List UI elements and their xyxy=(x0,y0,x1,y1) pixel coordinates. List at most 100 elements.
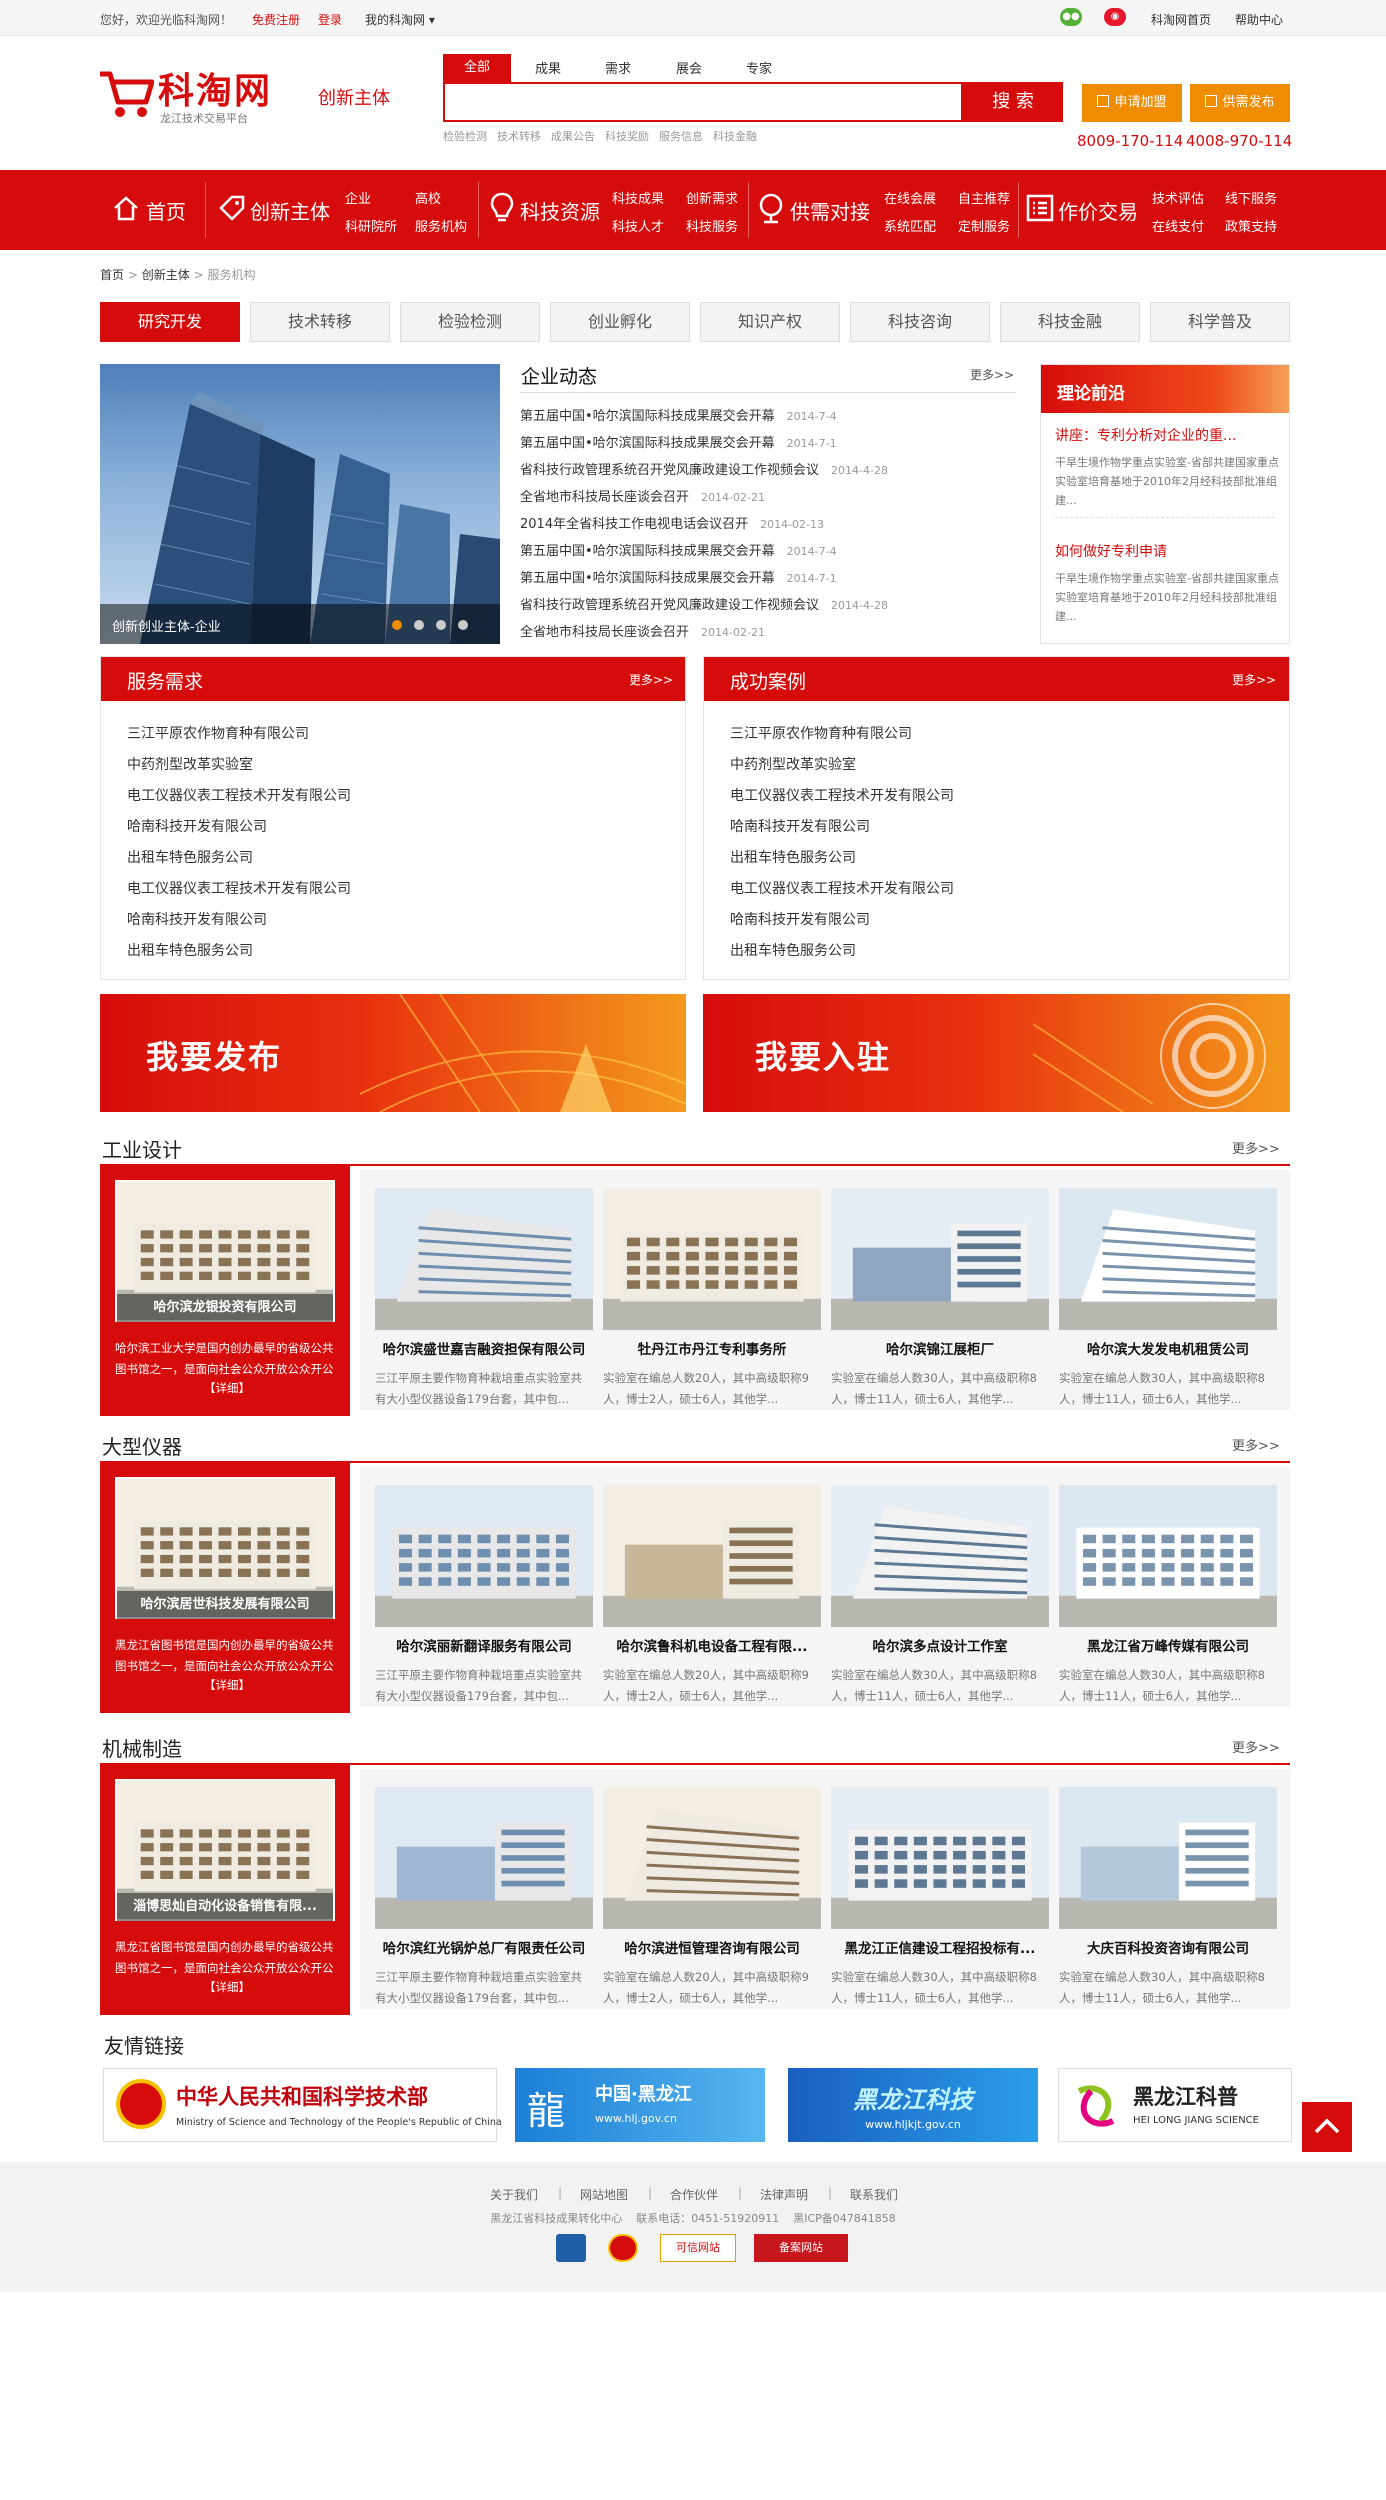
nav-sub-online-payment[interactable]: 在线支付 xyxy=(1152,216,1204,235)
category-tab-ip[interactable]: 知识产权 xyxy=(700,302,840,342)
publish-banner[interactable]: 我要发布 xyxy=(100,994,686,1112)
apply-join-button[interactable]: 申请加盟 xyxy=(1082,84,1182,122)
news-item[interactable]: 全省地市科技局长座谈会召开 2014-02-21 xyxy=(520,486,765,505)
featured-detail-link[interactable]: 【详细】 xyxy=(204,1380,250,1396)
nav-sub-self-recommend[interactable]: 自主推荐 xyxy=(958,188,1010,207)
news-item[interactable]: 第五届中国•哈尔滨国际科技成果展交会开幕 2014-7-4 xyxy=(520,540,837,559)
nav-sub-university[interactable]: 高校 xyxy=(415,188,441,207)
link-heilongjiang-tech[interactable]: 黑龙江科技 www.hljkjt.gov.cn xyxy=(788,2068,1038,2142)
site-logo-text[interactable]: 科淘网 xyxy=(158,62,272,114)
list-item[interactable]: 哈南科技开发有限公司 xyxy=(127,816,267,836)
company-card[interactable]: 大庆百科投资咨询有限公司 实验室在编总人数30人，其中高级职称8人，博士11人，硕… xyxy=(1059,1787,1277,2009)
news-item-title[interactable]: 第五届中国•哈尔滨国际科技成果展交会开幕 xyxy=(520,571,775,586)
list-item[interactable]: 中药剂型改革实验室 xyxy=(730,754,856,774)
hot-word[interactable]: 检验检测 xyxy=(443,130,487,143)
footer-link[interactable]: 合作伙伴 xyxy=(670,2186,718,2203)
category-tab-finance[interactable]: 科技金融 xyxy=(1000,302,1140,342)
section-more-link[interactable]: 更多>> xyxy=(1232,1138,1280,1157)
theory-item-title[interactable]: 讲座：专利分析对企业的重... xyxy=(1055,425,1280,445)
news-item-title[interactable]: 第五届中国•哈尔滨国际科技成果展交会开幕 xyxy=(520,436,775,451)
list-item[interactable]: 电工仪器仪表工程技术开发有限公司 xyxy=(127,785,351,805)
police-badge-icon[interactable] xyxy=(556,2234,586,2262)
company-card-title[interactable]: 哈尔滨鲁科机电设备工程有限... xyxy=(603,1635,821,1655)
category-tab-testing[interactable]: 检验检测 xyxy=(400,302,540,342)
list-item[interactable]: 出租车特色服务公司 xyxy=(127,847,253,867)
company-card-title[interactable]: 哈尔滨多点设计工作室 xyxy=(831,1635,1049,1655)
list-item[interactable]: 出租车特色服务公司 xyxy=(730,940,856,960)
featured-company[interactable]: 哈尔滨居世科技发展有限公司 黑龙江省图书馆是国内创办最早的省级公共图书馆之一，是面… xyxy=(100,1463,350,1713)
news-item-title[interactable]: 第五届中国•哈尔滨国际科技成果展交会开幕 xyxy=(520,409,775,424)
list-item[interactable]: 哈南科技开发有限公司 xyxy=(730,816,870,836)
image-slider[interactable]: 创新创业主体-企业 xyxy=(100,364,500,644)
slider-dot-active[interactable] xyxy=(392,620,402,630)
nav-sub-system-match[interactable]: 系统匹配 xyxy=(884,216,936,235)
featured-company[interactable]: 淄博思灿自动化设备销售有限... 黑龙江省图书馆是国内创办最早的省级公共图书馆之一… xyxy=(100,1765,350,2015)
company-card-title[interactable]: 哈尔滨丽新翻译服务有限公司 xyxy=(375,1635,593,1655)
footer-link[interactable]: 关于我们 xyxy=(490,2186,538,2203)
news-item-title[interactable]: 省科技行政管理系统召开党风廉政建设工作视频会议 xyxy=(520,463,819,478)
category-tab-popularization[interactable]: 科学普及 xyxy=(1150,302,1290,342)
nav-sub-achievements[interactable]: 科技成果 xyxy=(612,188,664,207)
list-item[interactable]: 中药剂型改革实验室 xyxy=(127,754,253,774)
news-item[interactable]: 第五届中国•哈尔滨国际科技成果展交会开幕 2014-7-4 xyxy=(520,405,837,424)
company-card[interactable]: 哈尔滨丽新翻译服务有限公司 三江平原主要作物育种栽培重点实验室共有大小型仪器设备1… xyxy=(375,1485,593,1707)
news-item-title[interactable]: 全省地市科技局长座谈会召开 xyxy=(520,490,689,505)
category-tab-consulting[interactable]: 科技咨询 xyxy=(850,302,990,342)
settle-banner[interactable]: 我要入驻 xyxy=(703,994,1290,1112)
section-more-link[interactable]: 更多>> xyxy=(1232,1435,1280,1454)
slider-dot[interactable] xyxy=(414,620,424,630)
breadcrumb-innovation[interactable]: 创新主体 xyxy=(142,268,190,282)
search-tab-all[interactable]: 全部 xyxy=(443,54,511,82)
news-item[interactable]: 2014年全省科技工作电视电话会议召开 2014-02-13 xyxy=(520,513,824,532)
company-card[interactable]: 哈尔滨盛世嘉吉融资担保有限公司 三江平原主要作物育种栽培重点实验室共有大小型仪器设… xyxy=(375,1188,593,1410)
list-item[interactable]: 电工仪器仪表工程技术开发有限公司 xyxy=(730,785,954,805)
news-item[interactable]: 第五届中国•哈尔滨国际科技成果展交会开幕 2014-7-1 xyxy=(520,567,837,586)
breadcrumb-home[interactable]: 首页 xyxy=(100,268,124,282)
hot-word[interactable]: 科技金融 xyxy=(713,130,757,143)
news-item[interactable]: 省科技行政管理系统召开党风廉政建设工作视频会议 2014-4-28 xyxy=(520,459,888,478)
search-tab-expert[interactable]: 专家 xyxy=(746,58,772,77)
search-tab-demand[interactable]: 需求 xyxy=(605,58,631,77)
footer-link[interactable]: 法律声明 xyxy=(760,2186,808,2203)
search-tab-results[interactable]: 成果 xyxy=(535,58,561,77)
list-item[interactable]: 电工仪器仪表工程技术开发有限公司 xyxy=(127,878,351,898)
trusted-site-badge[interactable]: 可信网站 xyxy=(660,2234,736,2262)
company-card[interactable]: 黑龙江正信建设工程招投标有... 实验室在编总人数30人，其中高级职称8人，博士1… xyxy=(831,1787,1049,2009)
wechat-icon[interactable]: ●● xyxy=(1060,8,1082,26)
list-item[interactable]: 三江平原农作物育种有限公司 xyxy=(730,723,912,743)
company-card[interactable]: 哈尔滨红光锅炉总厂有限责任公司 三江平原主要作物育种栽培重点实验室共有大小型仪器设… xyxy=(375,1787,593,2009)
weibo-icon[interactable]: ◉ xyxy=(1104,8,1126,26)
news-item-title[interactable]: 2014年全省科技工作电视电话会议召开 xyxy=(520,517,748,532)
back-to-top-button[interactable] xyxy=(1302,2102,1352,2152)
search-tab-expo[interactable]: 展会 xyxy=(676,58,702,77)
nav-home[interactable]: 首页 xyxy=(100,170,210,250)
help-center-link[interactable]: 帮助中心 xyxy=(1235,11,1283,28)
category-tab-transfer[interactable]: 技术转移 xyxy=(250,302,390,342)
news-item[interactable]: 第五届中国•哈尔滨国际科技成果展交会开幕 2014-7-1 xyxy=(520,432,837,451)
nav-sub-offline-service[interactable]: 线下服务 xyxy=(1225,188,1277,207)
company-card[interactable]: 黑龙江省万峰传媒有限公司 实验室在编总人数30人，其中高级职称8人，博士11人，硕… xyxy=(1059,1485,1277,1707)
nav-sub-institute[interactable]: 科研院所 xyxy=(345,216,397,235)
link-most[interactable]: 中华人民共和国科学技术部 Ministry of Science and Tec… xyxy=(103,2068,502,2142)
company-card[interactable]: 哈尔滨大发发电机租赁公司 实验室在编总人数30人，其中高级职称8人，博士11人，硕… xyxy=(1059,1188,1277,1410)
nav-innovation[interactable]: 创新主体 xyxy=(210,170,470,250)
news-item-title[interactable]: 第五届中国•哈尔滨国际科技成果展交会开幕 xyxy=(520,544,775,559)
company-card-title[interactable]: 哈尔滨盛世嘉吉融资担保有限公司 xyxy=(375,1338,593,1358)
my-account-menu[interactable]: 我的科淘网 ▾ xyxy=(365,11,435,28)
slider-dot[interactable] xyxy=(458,620,468,630)
nav-sub-policy-support[interactable]: 政策支持 xyxy=(1225,216,1277,235)
icp-badge[interactable]: 备案网站 xyxy=(754,2234,848,2262)
footer-link[interactable]: 网站地图 xyxy=(580,2186,628,2203)
nav-sub-tech-service[interactable]: 科技服务 xyxy=(686,216,738,235)
hot-word[interactable]: 科技奖励 xyxy=(605,130,649,143)
hot-word[interactable]: 服务信息 xyxy=(659,130,703,143)
company-card-title[interactable]: 哈尔滨红光锅炉总厂有限责任公司 xyxy=(375,1937,593,1957)
slider-dot[interactable] xyxy=(436,620,446,630)
footer-icp[interactable]: 黑ICP备047841858 xyxy=(793,2212,896,2225)
news-more-link[interactable]: 更多>> xyxy=(970,366,1014,383)
nav-sub-online-expo[interactable]: 在线会展 xyxy=(884,188,936,207)
register-link[interactable]: 免费注册 xyxy=(252,11,300,28)
site-home-link[interactable]: 科淘网首页 xyxy=(1151,11,1211,28)
hot-word[interactable]: 成果公告 xyxy=(551,130,595,143)
category-tab-incubation[interactable]: 创业孵化 xyxy=(550,302,690,342)
